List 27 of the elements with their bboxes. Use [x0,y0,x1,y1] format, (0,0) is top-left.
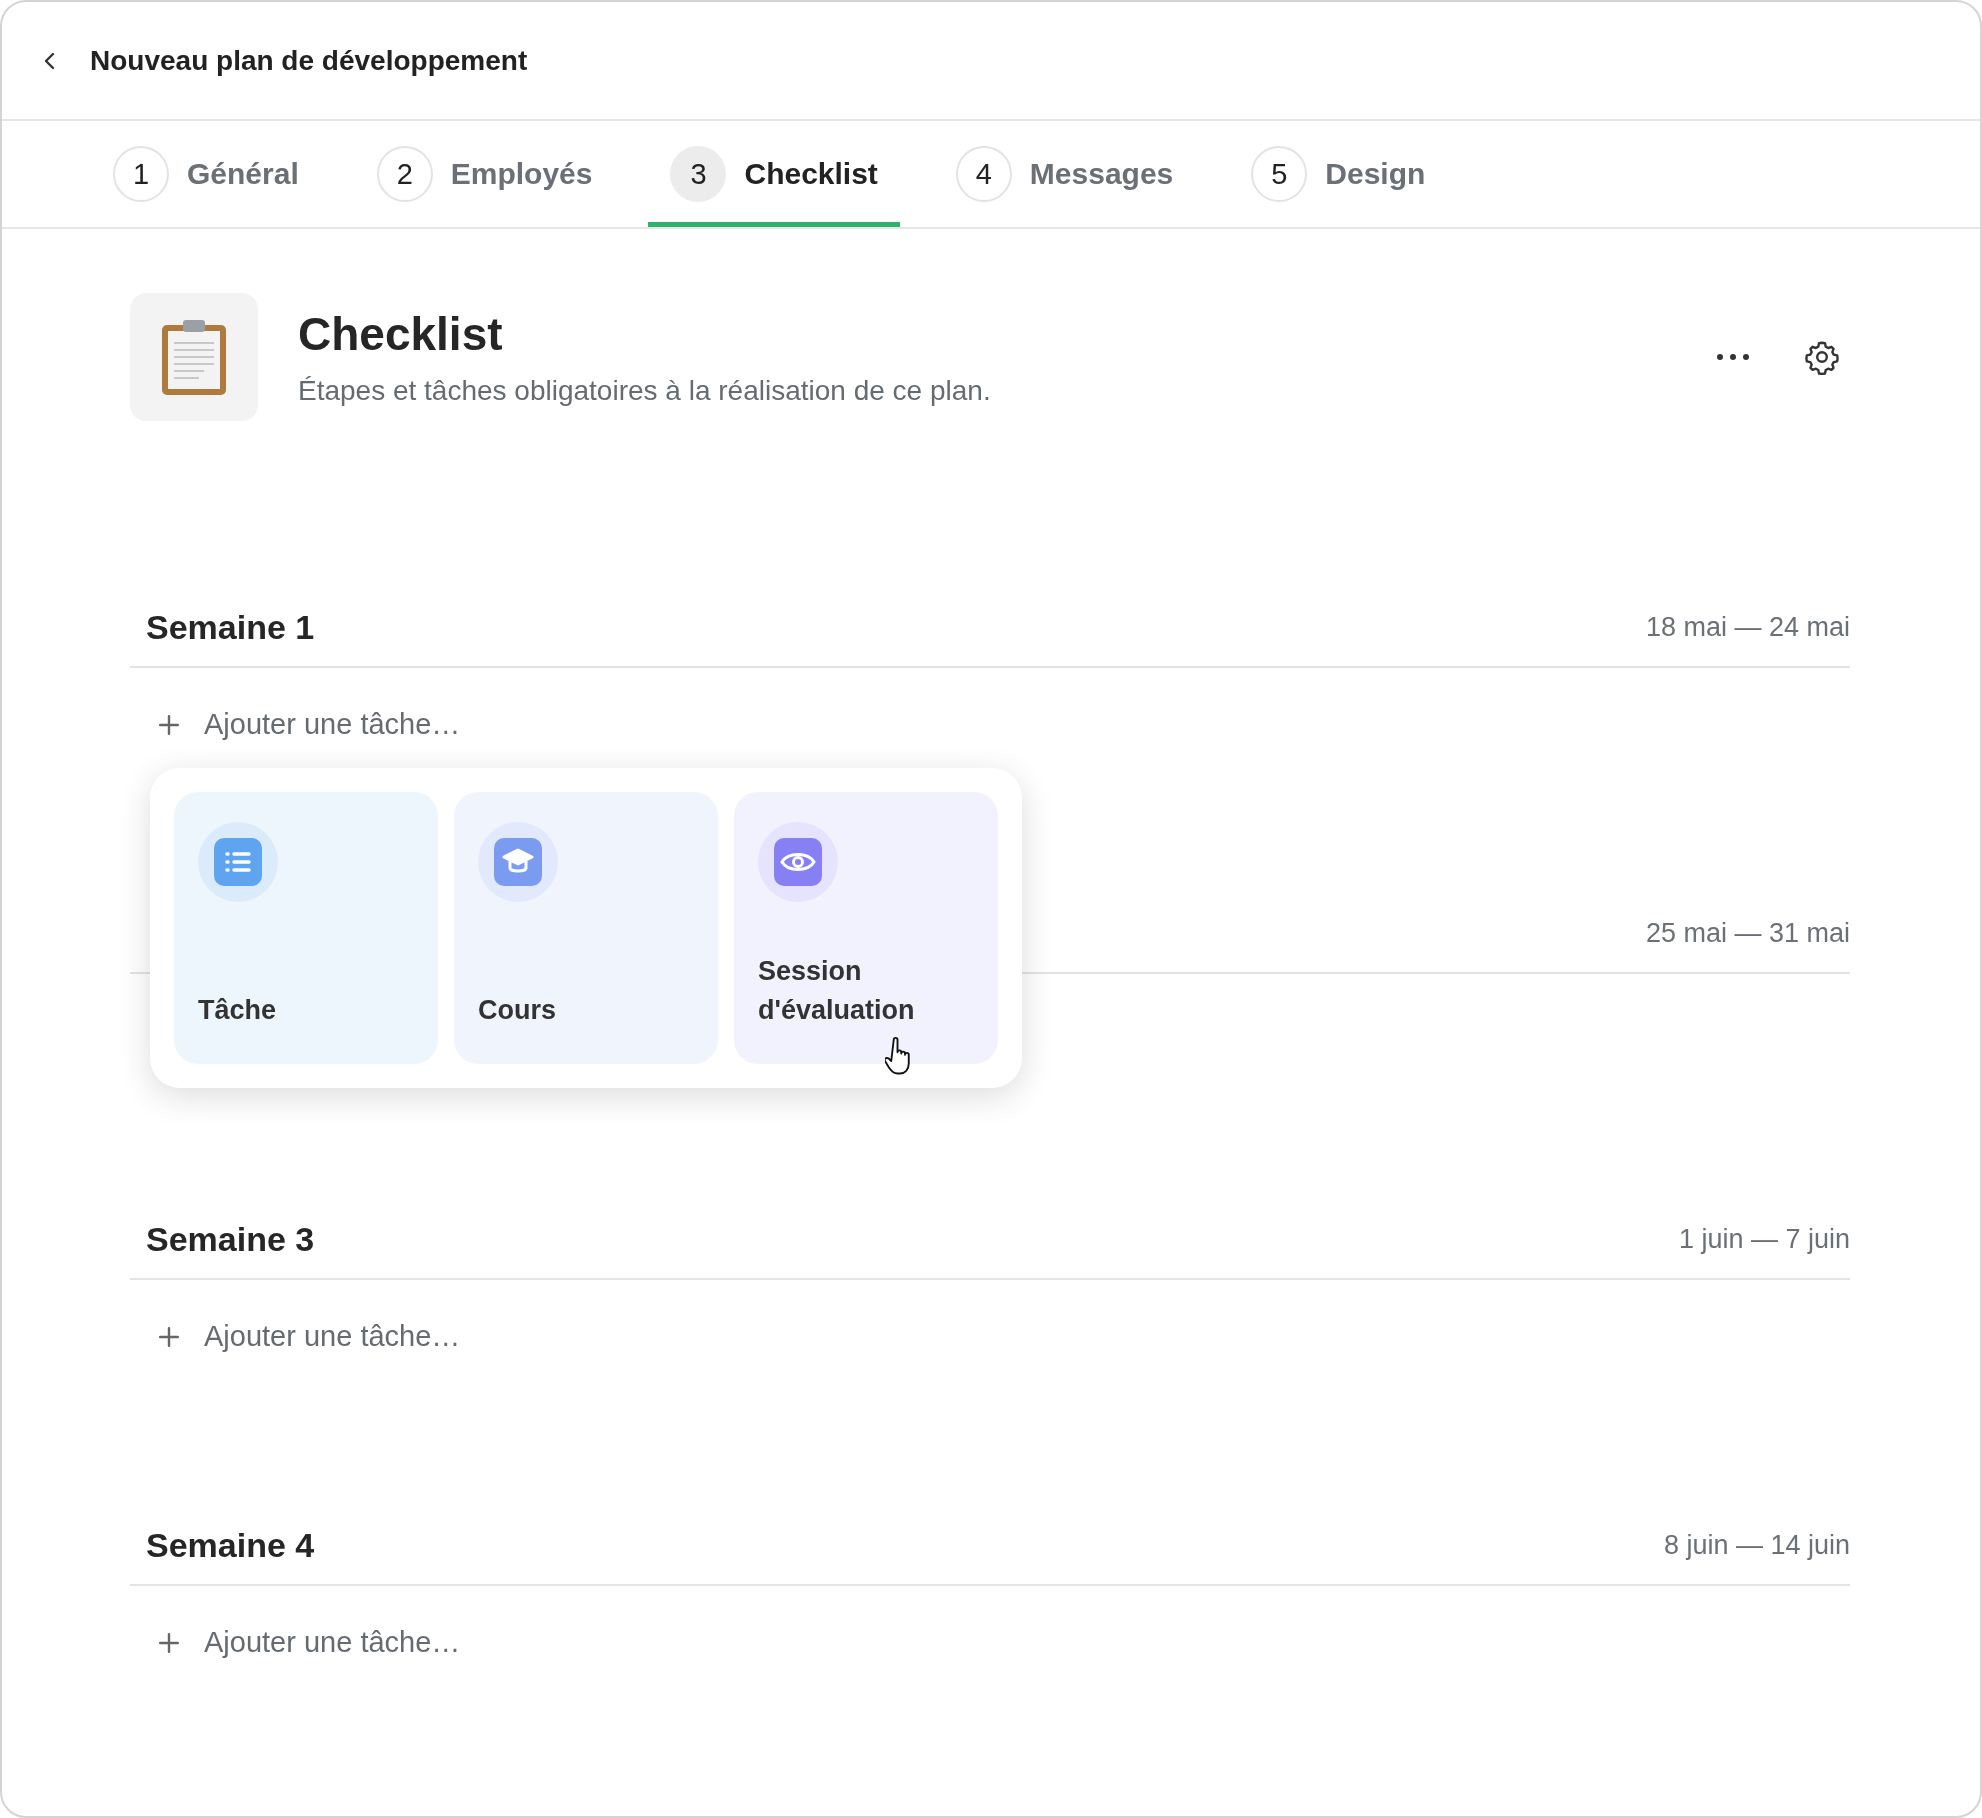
plus-icon [158,1325,180,1348]
clipboard-icon [130,293,258,421]
section-title: Checklist [298,307,504,361]
week-title: Semaine 3 [146,1219,315,1259]
week-title: Semaine 4 [146,1525,315,1565]
add-task-button[interactable]: Ajouter une tâche… [158,1626,461,1659]
task-type-card[interactable]: Session d'évaluation [734,792,998,1064]
step-tab[interactable]: 1 Général [91,121,321,227]
task-type-card[interactable]: Tâche [174,792,438,1064]
more-icon[interactable] [1716,353,1750,361]
section-subtitle: Étapes et tâches obligatoires à la réalisation de ce plan. [298,375,992,407]
step-tab[interactable]: 3 Checklist [648,121,900,227]
add-task-button[interactable]: Ajouter une tâche… [158,708,461,741]
step-tab[interactable]: 4 Messages [933,121,1196,227]
step-tab[interactable]: 2 Employés [354,121,615,227]
week-dates: 25 mai — 31 mai [1645,917,1850,949]
add-task-button[interactable]: Ajouter une tâche… [158,1320,461,1353]
page-title: Nouveau plan de développement [90,44,528,77]
settings-icon[interactable] [1804,339,1840,375]
step-tab[interactable]: 5 Design [1229,121,1448,227]
week-dates: 18 mai — 24 mai [1645,611,1850,643]
week-dates: 1 juin — 7 juin [1678,1223,1850,1255]
week-dates: 8 juin — 14 juin [1663,1529,1850,1561]
week-title: Semaine 1 [146,607,315,647]
task-type-card[interactable]: Cours [454,792,718,1064]
plus-icon [158,713,180,736]
plus-icon [158,1631,180,1654]
